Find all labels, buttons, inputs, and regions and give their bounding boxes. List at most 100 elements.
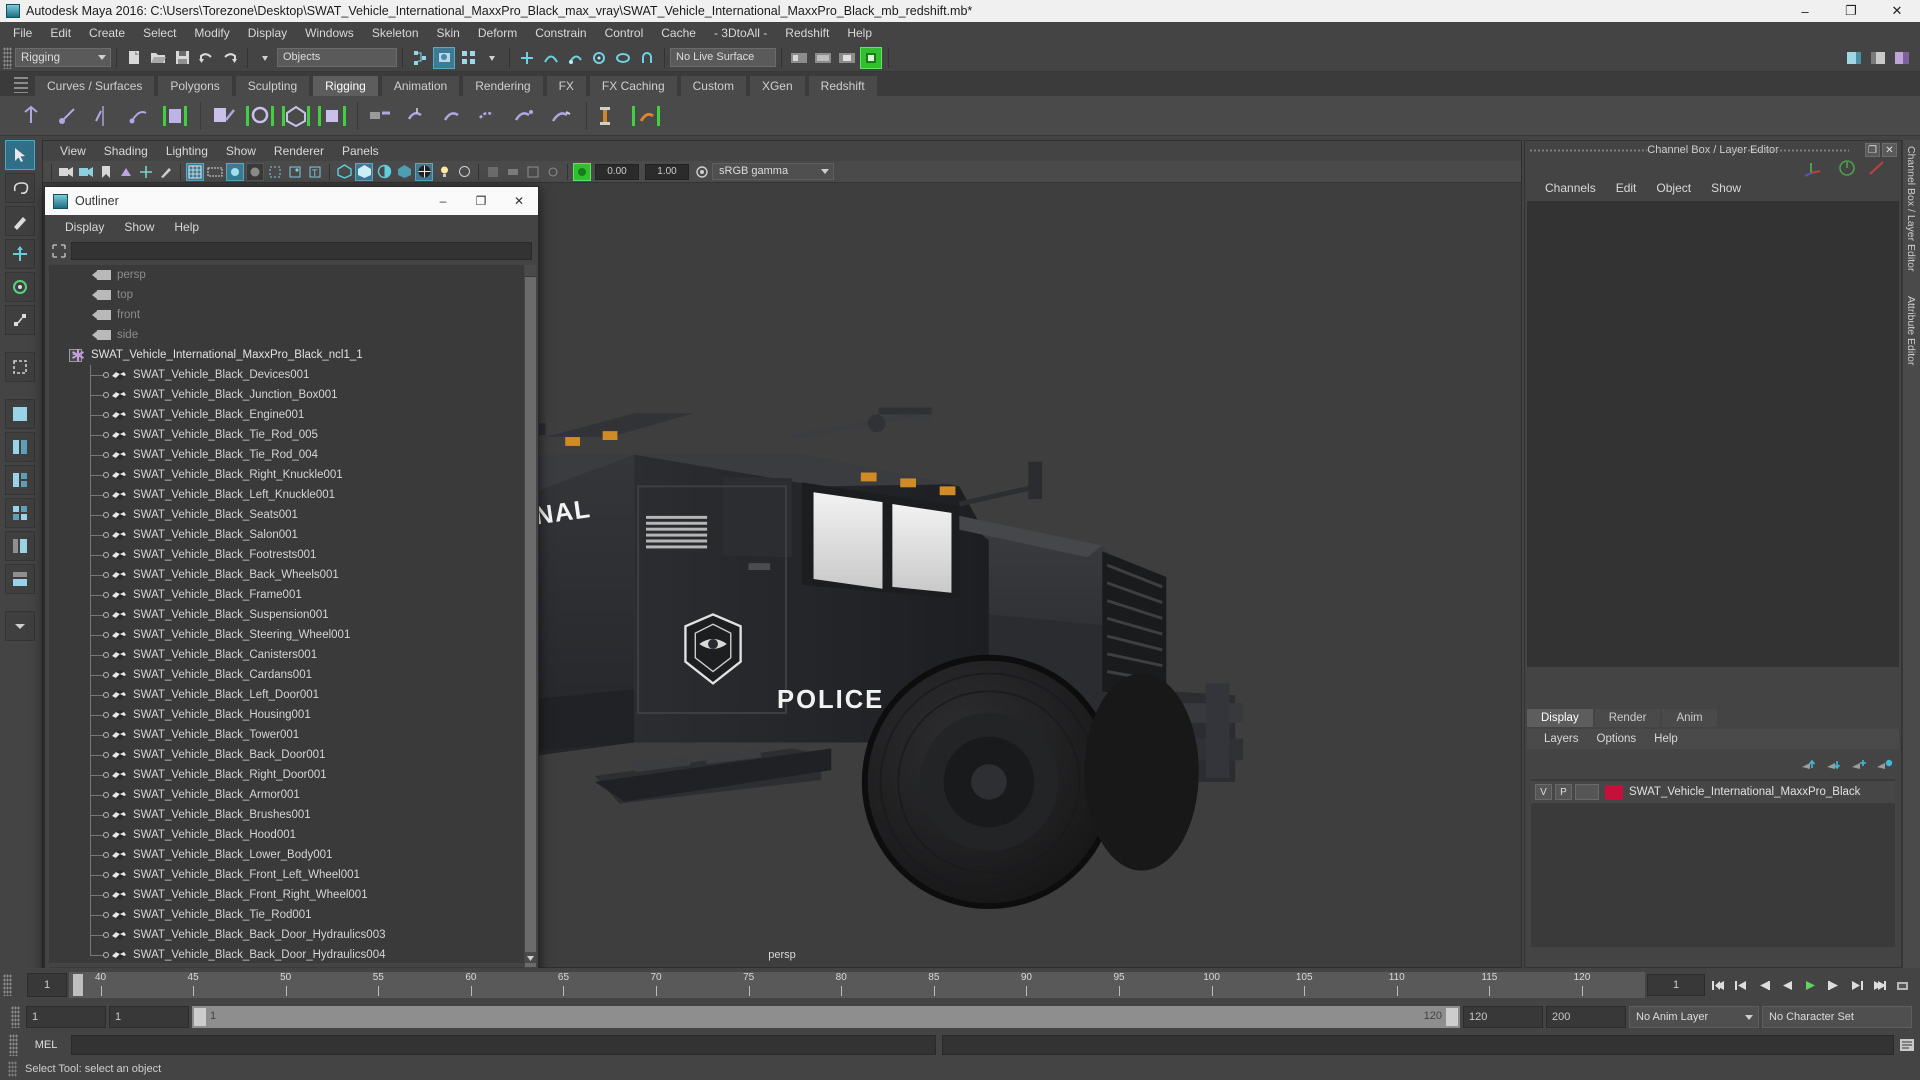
outliner-item-row[interactable]: SWAT_Vehicle_Black_Salon001 bbox=[49, 525, 524, 545]
tree-node-dot[interactable] bbox=[103, 712, 109, 718]
ik-handle-icon[interactable] bbox=[122, 99, 156, 133]
tree-node-dot[interactable] bbox=[103, 652, 109, 658]
playback-frame-field[interactable]: 1 bbox=[1647, 974, 1705, 996]
outliner-item-row[interactable]: SWAT_Vehicle_Black_Back_Wheels001 bbox=[49, 565, 524, 585]
outliner-item-row[interactable]: SWAT_Vehicle_Black_Suspension001 bbox=[49, 605, 524, 625]
toolbar-grip[interactable] bbox=[3, 47, 12, 69]
shelf-tab-fx-caching[interactable]: FX Caching bbox=[589, 75, 678, 96]
shelf-tab-polygons[interactable]: Polygons bbox=[157, 75, 232, 96]
view-transform-icon[interactable] bbox=[693, 163, 711, 181]
outliner-item-row[interactable]: SWAT_Vehicle_Black_Tie_Rod_004 bbox=[49, 445, 524, 465]
go-to-start-icon[interactable] bbox=[1709, 974, 1728, 996]
tree-node-dot[interactable] bbox=[103, 692, 109, 698]
command-input[interactable] bbox=[71, 1035, 936, 1055]
menu-select[interactable]: Select bbox=[134, 22, 185, 44]
anim-layer-combo[interactable]: No Anim Layer bbox=[1629, 1006, 1759, 1028]
smooth-shade-icon[interactable] bbox=[355, 163, 373, 181]
render-settings-icon[interactable] bbox=[860, 47, 882, 69]
shelf-tab-rigging[interactable]: Rigging bbox=[312, 75, 379, 96]
outliner-item-row[interactable]: SWAT_Vehicle_Black_Canisters001 bbox=[49, 645, 524, 665]
menu-modify[interactable]: Modify bbox=[185, 22, 238, 44]
snap-curve-icon[interactable] bbox=[540, 47, 562, 69]
outliner-item-row[interactable]: SWAT_Vehicle_Black_Steering_Wheel001 bbox=[49, 625, 524, 645]
scroll-up-arrow-icon[interactable] bbox=[525, 265, 536, 276]
ipr-render-icon[interactable] bbox=[836, 47, 858, 69]
channel-menu-show[interactable]: Show bbox=[1701, 177, 1751, 199]
tree-node-dot[interactable] bbox=[103, 552, 109, 558]
last-tool-icon[interactable] bbox=[5, 352, 35, 382]
layer-tab-display[interactable]: Display bbox=[1527, 709, 1593, 727]
rotate-axis-icon[interactable] bbox=[1837, 159, 1857, 180]
outliner-item-row[interactable]: SWAT_Vehicle_Black_Back_Door001 bbox=[49, 745, 524, 765]
tree-node-dot[interactable] bbox=[103, 632, 109, 638]
layer-tab-render[interactable]: Render bbox=[1595, 709, 1661, 727]
outliner-menu-display[interactable]: Display bbox=[55, 215, 114, 239]
xray-joints-icon[interactable] bbox=[286, 163, 304, 181]
outliner-item-row[interactable]: SWAT_Vehicle_Black_Cardans001 bbox=[49, 665, 524, 685]
two-d-pan-zoom-icon[interactable] bbox=[137, 163, 155, 181]
layer-display-type-toggle[interactable] bbox=[1575, 784, 1599, 800]
move-layer-up-icon[interactable] bbox=[1801, 758, 1818, 775]
parent-constraint-icon[interactable] bbox=[364, 99, 398, 133]
dock-tab-channel-box[interactable]: Channel Box / Layer Editor bbox=[1903, 140, 1919, 278]
range-right-handle[interactable] bbox=[1446, 1008, 1458, 1026]
paint-skin-weights-icon[interactable] bbox=[207, 99, 241, 133]
selection-mask-chevron-icon[interactable] bbox=[254, 47, 276, 69]
outliner-camera-row[interactable]: side bbox=[49, 325, 524, 345]
select-component-icon[interactable] bbox=[457, 47, 479, 69]
outliner-tree[interactable]: persptopfrontside−SWAT_Vehicle_Internati… bbox=[49, 265, 524, 963]
wireframe-shading-icon[interactable] bbox=[335, 163, 353, 181]
xray-toggle-icon[interactable] bbox=[266, 163, 284, 181]
layer-menu-layers[interactable]: Layers bbox=[1535, 733, 1588, 745]
scale-axis-icon[interactable] bbox=[1867, 159, 1887, 180]
animation-preferences-icon[interactable] bbox=[1893, 974, 1912, 996]
tree-node-dot[interactable] bbox=[103, 572, 109, 578]
tree-node-dot[interactable] bbox=[103, 832, 109, 838]
human-ik-icon[interactable] bbox=[629, 99, 663, 133]
tree-node-dot[interactable] bbox=[103, 792, 109, 798]
menu-skin[interactable]: Skin bbox=[428, 22, 469, 44]
shelf-tab-curves-surfaces[interactable]: Curves / Surfaces bbox=[34, 75, 155, 96]
outliner-item-row[interactable]: SWAT_Vehicle_Black_Footrests001 bbox=[49, 545, 524, 565]
render-sequence-icon[interactable] bbox=[812, 47, 834, 69]
outliner-title-bar[interactable]: Outliner – ❐ ✕ bbox=[45, 187, 538, 215]
layout-four-icon[interactable] bbox=[5, 498, 35, 528]
outliner-search-input[interactable] bbox=[71, 242, 532, 260]
pole-vector-constraint-icon[interactable] bbox=[544, 99, 578, 133]
bind-skin-icon[interactable] bbox=[158, 99, 192, 133]
close-button[interactable]: ✕ bbox=[1874, 0, 1920, 22]
sidebar-toggle-channel-icon[interactable] bbox=[1891, 47, 1913, 69]
insert-joint-icon[interactable] bbox=[50, 99, 84, 133]
layout-twopane-icon[interactable] bbox=[5, 432, 35, 462]
point-constraint-icon[interactable] bbox=[400, 99, 434, 133]
open-scene-icon[interactable] bbox=[147, 47, 169, 69]
channel-box-restore-button[interactable]: ❐ bbox=[1865, 143, 1880, 157]
live-surface-combo[interactable]: No Live Surface bbox=[670, 48, 776, 67]
scroll-down-arrow-icon[interactable] bbox=[525, 952, 536, 963]
channel-menu-edit[interactable]: Edit bbox=[1606, 177, 1647, 199]
outliner-item-row[interactable]: SWAT_Vehicle_Black_Housing001 bbox=[49, 705, 524, 725]
step-back-key-icon[interactable] bbox=[1732, 974, 1751, 996]
depth-of-field-icon[interactable] bbox=[544, 163, 562, 181]
outliner-camera-row[interactable]: top bbox=[49, 285, 524, 305]
outliner-item-row[interactable]: SWAT_Vehicle_Black_Left_Knuckle001 bbox=[49, 485, 524, 505]
layer-playback-toggle[interactable]: P bbox=[1555, 784, 1572, 800]
layer-menu-help[interactable]: Help bbox=[1645, 733, 1687, 745]
tree-node-dot[interactable] bbox=[103, 492, 109, 498]
lasso-tool-icon[interactable] bbox=[5, 173, 35, 203]
outliner-menu-help[interactable]: Help bbox=[164, 215, 209, 239]
shelf-tab-fx[interactable]: FX bbox=[546, 75, 587, 96]
script-editor-icon[interactable] bbox=[1894, 1035, 1920, 1055]
outliner-item-row[interactable]: SWAT_Vehicle_Black_Frame001 bbox=[49, 585, 524, 605]
render-view-icon[interactable] bbox=[788, 47, 810, 69]
camera-attributes-icon[interactable] bbox=[57, 163, 75, 181]
tree-node-dot[interactable] bbox=[103, 892, 109, 898]
snap-projectcenter-icon[interactable] bbox=[588, 47, 610, 69]
play-forwards-icon[interactable] bbox=[1801, 974, 1820, 996]
layout-outliner-persp-icon[interactable] bbox=[5, 531, 35, 561]
tree-node-dot[interactable] bbox=[103, 512, 109, 518]
selection-mask-combo[interactable]: Objects bbox=[277, 48, 397, 67]
screenspace-ao-icon[interactable] bbox=[484, 163, 502, 181]
tree-node-dot[interactable] bbox=[103, 472, 109, 478]
outliner-item-row[interactable]: SWAT_Vehicle_Black_Front_Left_Wheel001 bbox=[49, 865, 524, 885]
